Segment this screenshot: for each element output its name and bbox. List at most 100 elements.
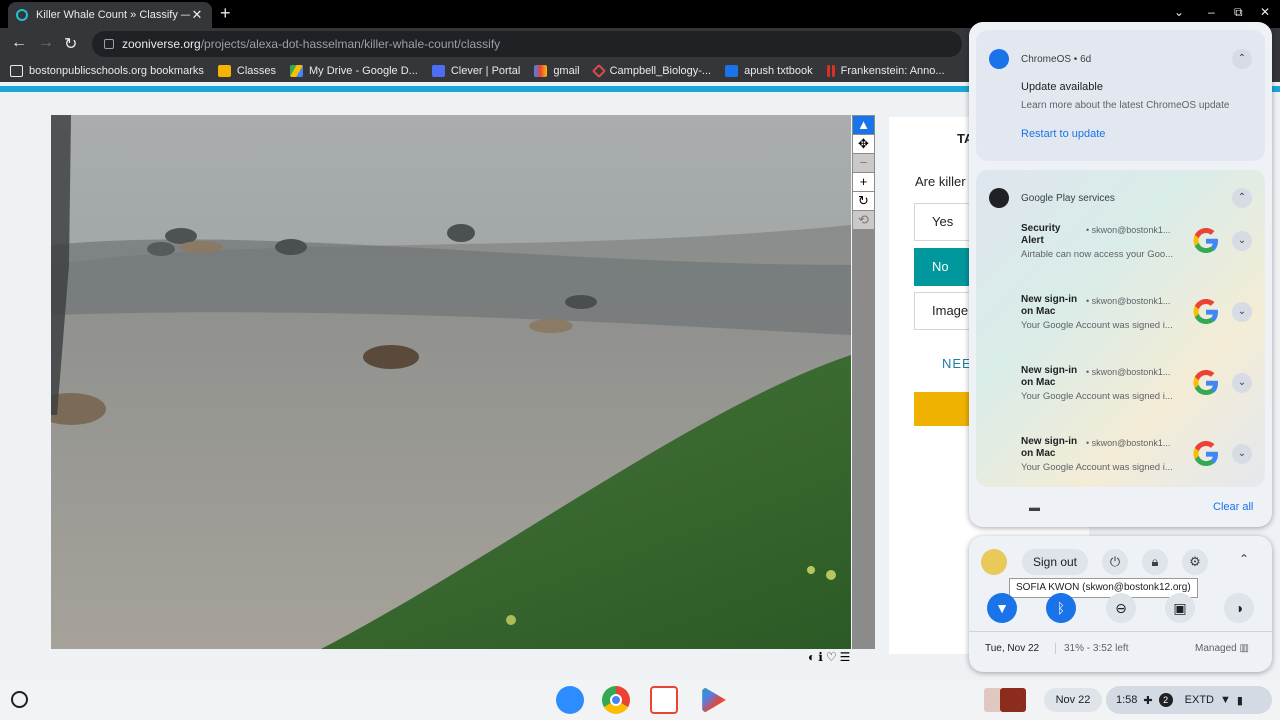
bookmark-campbell[interactable]: Campbell_Biology-... — [591, 63, 711, 79]
bookmark-classes[interactable]: Classes — [217, 65, 276, 77]
close-window-icon[interactable]: ✕ — [1260, 5, 1270, 19]
gmail-app-icon[interactable] — [650, 686, 678, 714]
lock-icon[interactable]: 🔒︎ — [1142, 549, 1168, 575]
dark-theme-icon[interactable]: ◑ — [1224, 593, 1254, 623]
image-icon — [725, 65, 739, 77]
site-info-icon[interactable] — [104, 39, 114, 49]
shelf-date[interactable]: Nov 22 — [1044, 688, 1102, 712]
shelf: Nov 22 1:58 ✚ 2 EXTD ▼ ▮ — [0, 680, 1280, 720]
rotate-icon[interactable]: ↻ — [853, 192, 874, 210]
image-tools: ▲ ✥ − + ↻ ⟲ — [852, 115, 875, 649]
collections-icon[interactable]: ☰ — [840, 650, 854, 664]
wifi-icon[interactable]: ▼ — [987, 593, 1017, 623]
do-not-disturb-icon[interactable]: ⊖ — [1106, 593, 1136, 623]
google-play-notifications: Google Play services ⌃ Security Alert • … — [976, 170, 1265, 487]
google-g-icon — [1193, 370, 1218, 395]
bookmark-folder[interactable]: bostonpublicschools.org bookmarks — [10, 65, 204, 77]
minimize-icon[interactable]: – — [1208, 5, 1215, 19]
google-g-icon — [1193, 299, 1218, 324]
battery-icon: ▮ — [1236, 694, 1243, 707]
expand-icon[interactable]: ⌄ — [1232, 373, 1252, 393]
reset-icon[interactable]: ⟲ — [853, 211, 874, 229]
sign-out-button[interactable]: Sign out — [1022, 549, 1088, 575]
chrome-app-icon[interactable] — [602, 686, 630, 714]
restart-to-update-button[interactable]: Restart to update — [1021, 128, 1105, 140]
classroom-icon — [217, 65, 231, 77]
zoom-out-icon[interactable]: − — [853, 154, 874, 172]
tab-title: Killer Whale Count » Classify — Z — [36, 9, 190, 21]
beach-photo — [51, 115, 851, 649]
managed-label[interactable]: Managed ▥ — [1195, 643, 1249, 654]
forward-icon[interactable]: → — [38, 34, 54, 52]
zoom-in-icon[interactable]: + — [853, 173, 874, 191]
tab-killer-whale[interactable]: Killer Whale Count » Classify — Z ✕ — [8, 2, 212, 28]
google-g-icon — [1193, 228, 1218, 253]
settings-gear-icon[interactable]: ⚙ — [1182, 549, 1208, 575]
wifi-status-icon: ▼ — [1219, 694, 1231, 706]
collapse-icon[interactable]: ⌃ — [1232, 49, 1252, 69]
google-g-icon — [1193, 441, 1218, 466]
move-tool-icon[interactable]: ✥ — [853, 135, 874, 153]
notif-body: Learn more about the latest ChromeOS upd… — [1021, 100, 1230, 111]
holding-space-icon[interactable] — [980, 686, 1030, 714]
chromeos-icon — [989, 49, 1009, 69]
bookmark-clever[interactable]: Clever | Portal — [431, 65, 520, 77]
expand-icon[interactable]: ⌄ — [1232, 302, 1252, 322]
notification-item[interactable]: New sign-in on Mac • skwon@bostonk1... Y… — [976, 286, 1265, 357]
date-label[interactable]: Tue, Nov 22 — [985, 643, 1039, 654]
favorite-icon[interactable]: ♡ — [826, 650, 840, 664]
need-help-link[interactable]: NEE — [942, 356, 972, 371]
book-icon — [826, 65, 835, 77]
avatar[interactable] — [981, 549, 1007, 575]
task-question: Are killer — [915, 174, 966, 189]
expand-icon[interactable]: ⌄ — [1232, 231, 1252, 251]
reload-icon[interactable]: ↻ — [64, 34, 77, 54]
image-actions: ◐ℹ♡☰ — [808, 650, 853, 664]
status-area[interactable]: 1:58 ✚ 2 EXTD ▼ ▮ — [1106, 686, 1272, 714]
notification-item[interactable]: New sign-in on Mac • skwon@bostonk1... Y… — [976, 428, 1265, 499]
user-tooltip: SOFIA KWON (skwon@bostonk12.org) — [1009, 578, 1198, 598]
clever-icon — [431, 65, 445, 77]
address-bar[interactable]: zooniverse.org/projects/alexa-dot-hassel… — [92, 31, 962, 57]
notif-app-name: ChromeOS • 6d — [1021, 54, 1092, 65]
tab-search-icon[interactable]: ⌄ — [1174, 5, 1184, 19]
invert-icon[interactable]: ◐ — [808, 650, 818, 664]
collapse-chevron-icon[interactable]: ⌃ — [1239, 552, 1249, 566]
notification-center: ChromeOS • 6d ⌃ Update available Learn m… — [969, 22, 1272, 527]
bluetooth-icon[interactable]: ᛒ — [1046, 593, 1076, 623]
new-tab-button[interactable]: + — [220, 4, 231, 22]
bookmark-apush[interactable]: apush txtbook — [725, 65, 813, 77]
pointer-tool-icon[interactable]: ▲ — [853, 116, 874, 134]
screen-capture-icon[interactable]: ▣ — [1165, 593, 1195, 623]
bookmark-frankenstein[interactable]: Frankenstein: Anno... — [826, 65, 945, 77]
notification-item[interactable]: Security Alert • skwon@bostonk1... Airta… — [976, 215, 1265, 286]
maximize-icon[interactable]: ⧉ — [1234, 5, 1243, 20]
collapse-icon[interactable]: ⌃ — [1232, 188, 1252, 208]
bookmark-drive[interactable]: My Drive - Google D... — [290, 65, 418, 77]
bookmark-gmail[interactable]: gmail — [534, 65, 580, 77]
clear-all-button[interactable]: Clear all — [1213, 501, 1253, 513]
do-not-disturb-icon[interactable]: ▬ — [1029, 502, 1040, 514]
clock: 1:58 — [1116, 694, 1138, 706]
info-icon[interactable]: ℹ — [818, 650, 826, 664]
notification-item[interactable]: New sign-in on Mac • skwon@bostonk1... Y… — [976, 357, 1265, 428]
launcher-icon[interactable] — [11, 691, 28, 708]
url-host: zooniverse.org — [122, 37, 201, 51]
enterprise-icon: ▥ — [1239, 643, 1249, 654]
chrome-center — [610, 694, 622, 706]
notification-count: 2 — [1158, 693, 1173, 707]
battery-status[interactable]: 31% - 3:52 left — [1055, 643, 1128, 654]
chromeos-update-icon: ✚ — [1143, 694, 1153, 707]
subject-image[interactable] — [51, 115, 851, 649]
zooniverse-icon — [16, 9, 28, 21]
chromeos-update-notification[interactable]: ChromeOS • 6d ⌃ Update available Learn m… — [976, 30, 1265, 161]
play-store-app-icon[interactable] — [702, 686, 726, 714]
power-icon[interactable]: ⏻ — [1102, 549, 1128, 575]
divider — [969, 631, 1272, 632]
expand-icon[interactable]: ⌄ — [1232, 444, 1252, 464]
back-icon[interactable]: ← — [11, 34, 27, 52]
quick-settings: Sign out ⏻ 🔒︎ ⚙ ⌃ SOFIA KWON (skwon@bost… — [969, 536, 1272, 672]
diamond-icon — [591, 63, 606, 79]
zoom-app-icon[interactable] — [556, 686, 584, 714]
close-tab-icon[interactable]: ✕ — [190, 7, 204, 23]
